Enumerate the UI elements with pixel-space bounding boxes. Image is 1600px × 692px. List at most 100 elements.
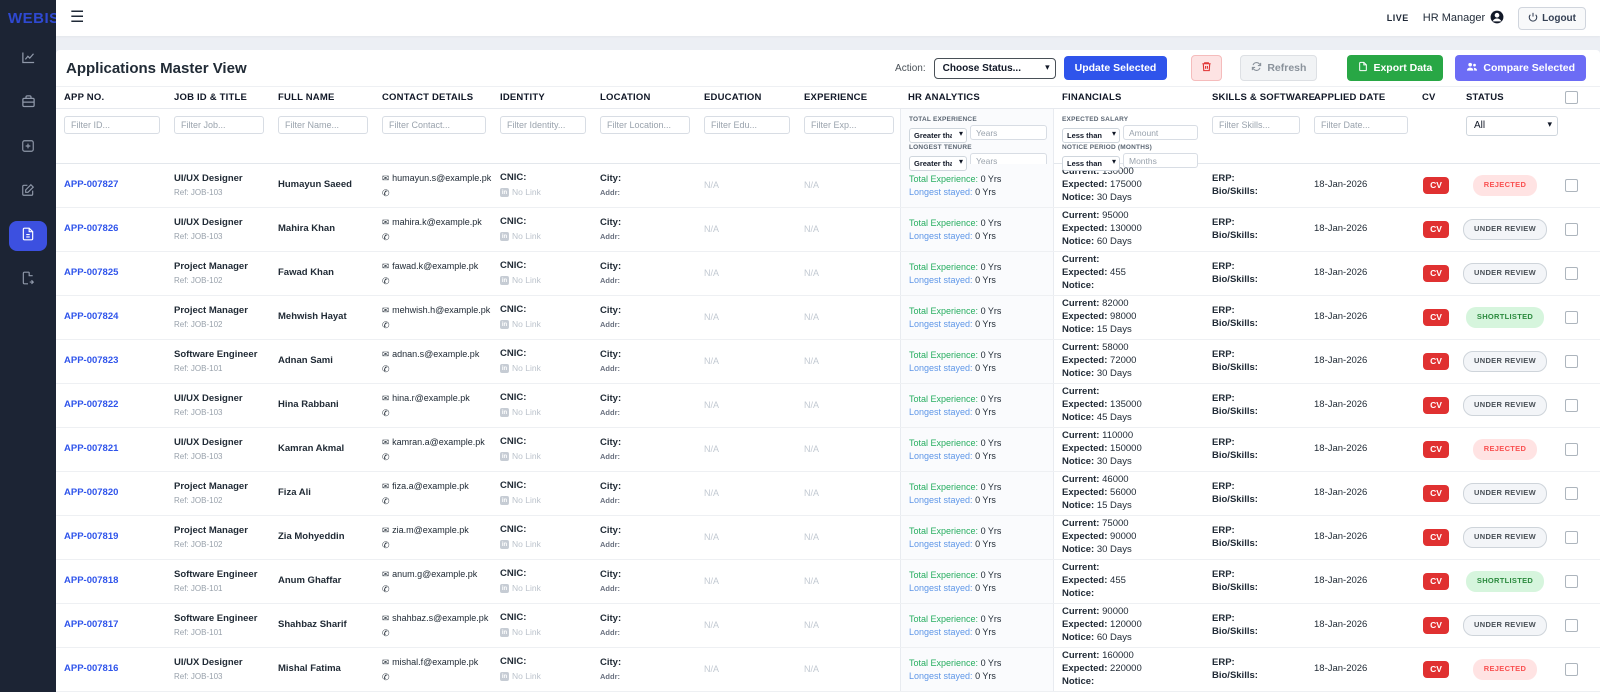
row-select-checkbox[interactable] <box>1564 267 1578 280</box>
candidate-email[interactable]: mishal.f@example.pk <box>392 656 478 668</box>
status-badge: SHORTLISTED <box>1465 307 1545 328</box>
row-select-checkbox[interactable] <box>1564 311 1578 324</box>
user-menu[interactable]: HR Manager <box>1423 10 1504 27</box>
delete-button[interactable] <box>1191 55 1223 81</box>
job-ref: Ref: JOB-103 <box>174 231 223 241</box>
application-link[interactable]: APP-007826 <box>64 223 118 234</box>
current-salary-value: 90000 <box>1102 606 1129 618</box>
filter-skills-input[interactable] <box>1212 116 1300 134</box>
update-selected-button[interactable]: Update Selected <box>1063 56 1168 80</box>
sidebar-item-add[interactable] <box>9 133 47 163</box>
application-link[interactable]: APP-007817 <box>64 619 118 630</box>
cv-button[interactable]: CV <box>1423 660 1449 679</box>
row-select-checkbox[interactable] <box>1564 531 1578 544</box>
filter-name-input[interactable] <box>278 116 368 134</box>
city-label: City: <box>600 393 622 405</box>
candidate-email[interactable]: adnan.s@example.pk <box>392 348 479 360</box>
filter-contact-input[interactable] <box>382 116 486 134</box>
cv-button[interactable]: CV <box>1423 264 1449 283</box>
expected-salary-amount-input[interactable] <box>1123 125 1198 140</box>
filter-id-input[interactable] <box>64 116 160 134</box>
refresh-button[interactable]: Refresh <box>1240 55 1318 81</box>
sidebar-item-edit[interactable] <box>9 177 47 207</box>
cv-button[interactable]: CV <box>1423 220 1449 239</box>
total-experience-years-input[interactable] <box>970 125 1047 140</box>
row-select-checkbox[interactable] <box>1564 575 1578 588</box>
compare-selected-button[interactable]: Compare Selected <box>1455 55 1586 81</box>
export-data-button[interactable]: Export Data <box>1347 55 1444 81</box>
job-ref: Ref: JOB-103 <box>174 407 223 417</box>
cv-button[interactable]: CV <box>1423 528 1449 547</box>
row-select-checkbox[interactable] <box>1564 179 1578 192</box>
application-link[interactable]: APP-007825 <box>64 267 118 278</box>
logout-button[interactable]: Logout <box>1518 6 1586 30</box>
application-link[interactable]: APP-007827 <box>64 179 118 190</box>
row-select-checkbox[interactable] <box>1564 663 1578 676</box>
filter-edu-input[interactable] <box>704 116 790 134</box>
candidate-email[interactable]: fawad.k@example.pk <box>392 260 478 272</box>
job-ref: Ref: JOB-102 <box>174 319 223 329</box>
cnic-label: CNIC: <box>500 568 527 580</box>
cv-button[interactable]: CV <box>1423 440 1449 459</box>
total-experience-op-select[interactable]: Greater tha <box>909 128 967 143</box>
cv-button[interactable]: CV <box>1423 352 1449 371</box>
candidate-email[interactable]: humayun.s@example.pk <box>392 172 491 184</box>
candidate-email[interactable]: zia.m@example.pk <box>392 524 469 536</box>
job-title: UI/UX Designer <box>174 392 243 404</box>
address-label: Addr: <box>600 583 620 593</box>
cv-button[interactable]: CV <box>1423 176 1449 195</box>
row-select-checkbox[interactable] <box>1564 223 1578 236</box>
choose-status-select[interactable]: Choose Status... <box>933 57 1056 79</box>
filter-location-input[interactable] <box>600 116 690 134</box>
candidate-email[interactable]: mahira.k@example.pk <box>392 216 482 228</box>
row-select-checkbox[interactable] <box>1564 619 1578 632</box>
application-link[interactable]: APP-007818 <box>64 575 118 586</box>
candidate-email[interactable]: anum.g@example.pk <box>392 568 477 580</box>
total-experience-label: Total Experience: <box>909 526 979 537</box>
longest-stayed-label: Longest stayed: <box>909 406 973 417</box>
cv-button[interactable]: CV <box>1423 484 1449 503</box>
application-link[interactable]: APP-007822 <box>64 399 118 410</box>
expected-salary-op-select[interactable]: Less than <box>1062 128 1120 143</box>
status-badge: UNDER REVIEW <box>1463 615 1547 636</box>
experience-value: N/A <box>804 532 820 543</box>
filter-identity-input[interactable] <box>500 116 586 134</box>
candidate-email[interactable]: mehwish.h@example.pk <box>392 304 490 316</box>
cv-button[interactable]: CV <box>1423 572 1449 591</box>
sidebar-item-reports[interactable] <box>9 265 47 295</box>
cv-button[interactable]: CV <box>1423 616 1449 635</box>
longest-tenure-op-select[interactable]: Greater tha <box>909 156 967 171</box>
application-link[interactable]: APP-007816 <box>64 663 118 674</box>
sidebar-item-jobs[interactable] <box>9 89 47 119</box>
notice-value: 60 Days <box>1096 631 1132 643</box>
sidebar-item-analytics[interactable] <box>9 45 47 75</box>
cv-button[interactable]: CV <box>1423 396 1449 415</box>
no-link-label: No Link <box>512 627 541 638</box>
table-row: APP-007821 UI/UX Designer Ref: JOB-103 K… <box>56 428 1600 472</box>
city-label: City: <box>600 613 622 625</box>
row-select-checkbox[interactable] <box>1564 399 1578 412</box>
hamburger-menu-icon[interactable]: ☰ <box>70 10 84 26</box>
candidate-email[interactable]: hina.r@example.pk <box>392 392 470 404</box>
candidate-email[interactable]: kamran.a@example.pk <box>392 436 485 448</box>
cv-button[interactable]: CV <box>1423 308 1449 327</box>
application-link[interactable]: APP-007824 <box>64 311 118 322</box>
row-select-checkbox[interactable] <box>1564 355 1578 368</box>
notice-period-filter-label: NOTICE PERIOD (MONTHS) <box>1062 144 1152 151</box>
row-select-checkbox[interactable] <box>1564 443 1578 456</box>
application-link[interactable]: APP-007821 <box>64 443 118 454</box>
application-link[interactable]: APP-007820 <box>64 487 118 498</box>
candidate-email[interactable]: shahbaz.s@example.pk <box>392 612 488 624</box>
application-link[interactable]: APP-007823 <box>64 355 118 366</box>
sidebar-item-applications[interactable] <box>9 221 47 251</box>
row-select-checkbox[interactable] <box>1564 487 1578 500</box>
select-all-checkbox[interactable] <box>1564 91 1578 104</box>
candidate-email[interactable]: fiza.a@example.pk <box>392 480 469 492</box>
application-link[interactable]: APP-007819 <box>64 531 118 542</box>
status-filter-select[interactable]: All <box>1466 115 1558 136</box>
expected-salary-value: 72000 <box>1110 355 1137 367</box>
filter-exp-input[interactable] <box>804 116 894 134</box>
filter-date-input[interactable] <box>1314 116 1408 134</box>
notice-period-op-select[interactable]: Less than <box>1062 156 1120 171</box>
filter-job-input[interactable] <box>174 116 264 134</box>
